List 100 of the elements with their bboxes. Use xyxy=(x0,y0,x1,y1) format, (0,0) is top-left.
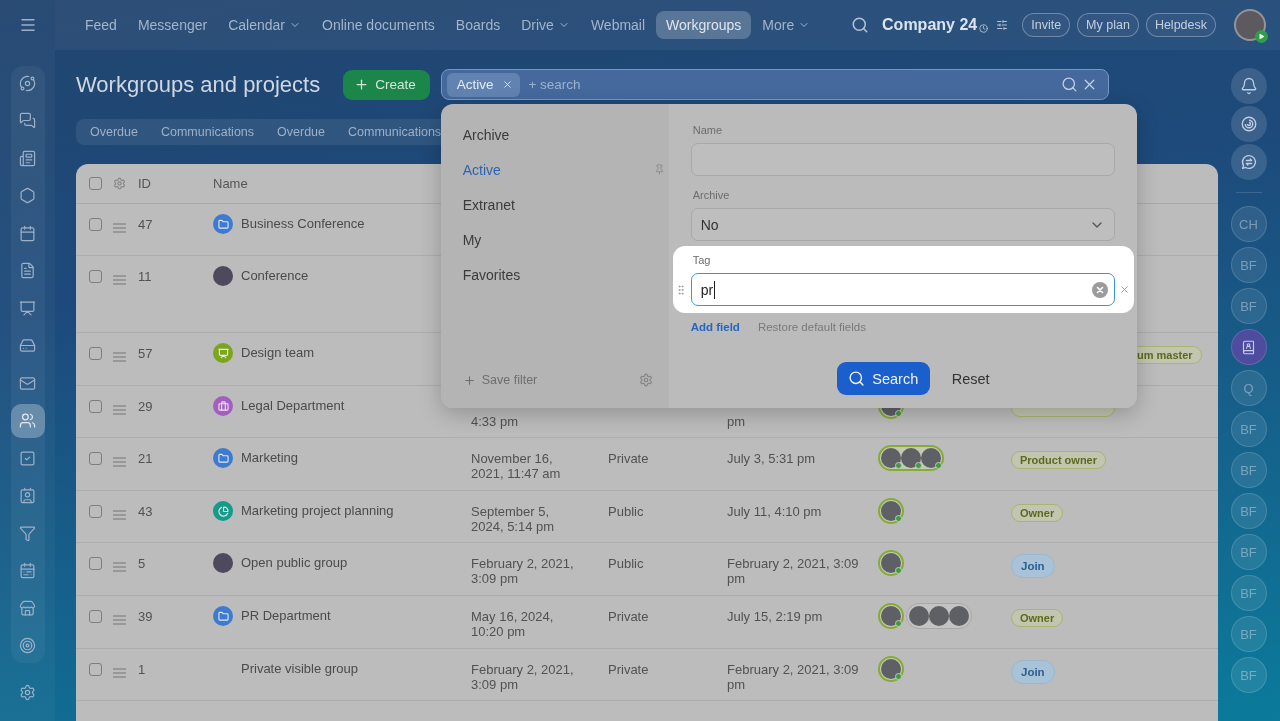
settings-icon[interactable] xyxy=(638,373,653,387)
nav-item[interactable]: Feed xyxy=(75,11,127,39)
plus-icon xyxy=(354,77,370,92)
settings-icon[interactable] xyxy=(113,177,126,190)
group-name-link[interactable]: Open public group xyxy=(241,553,348,573)
chat-avatar[interactable]: BF xyxy=(1230,411,1267,447)
checkbox[interactable] xyxy=(89,557,102,570)
sidebar-item[interactable] xyxy=(10,403,45,438)
hard-drive-icon xyxy=(19,337,36,354)
table-cell-text: September 5, 2024, 5:14 pm xyxy=(471,503,556,534)
close-icon[interactable] xyxy=(502,79,514,90)
search-icon[interactable] xyxy=(851,16,870,34)
spiral-icon[interactable] xyxy=(1230,106,1267,142)
clear-icon[interactable] xyxy=(1091,281,1108,298)
checkbox[interactable] xyxy=(89,270,102,283)
group-name-link[interactable]: Private visible group xyxy=(241,659,359,679)
counter-filter[interactable]: Overdue xyxy=(90,125,138,139)
avatar-group[interactable] xyxy=(906,603,972,629)
counter-filter[interactable]: Communications xyxy=(160,125,255,139)
field-label: Name xyxy=(692,124,724,137)
restore-fields-link[interactable]: Restore default fields xyxy=(757,321,866,334)
top-button[interactable]: My plan xyxy=(1077,13,1139,37)
document-icon xyxy=(19,262,36,279)
table-cell-text: Private xyxy=(608,608,650,624)
table-cell-text: 1 xyxy=(138,661,147,677)
avatar-group[interactable] xyxy=(878,445,944,471)
reset-button[interactable]: Reset xyxy=(939,362,1002,395)
nav-item[interactable]: More xyxy=(752,11,821,39)
nav-item[interactable]: Workgroups xyxy=(656,11,752,39)
checkbox[interactable] xyxy=(89,400,102,413)
filter-preset[interactable]: Archive xyxy=(462,117,665,152)
search-button[interactable]: Search xyxy=(836,362,930,395)
bell-icon[interactable] xyxy=(1230,68,1267,104)
group-name-link[interactable]: Design team xyxy=(241,343,314,363)
top-button[interactable]: Invite xyxy=(1022,13,1071,37)
row-menu-icon[interactable] xyxy=(113,352,126,362)
check-square-icon xyxy=(19,449,36,467)
nav-item[interactable]: Webmail xyxy=(580,11,656,39)
row-menu-icon[interactable] xyxy=(113,562,126,572)
nav-item[interactable]: Messenger xyxy=(127,11,218,39)
filter-preset[interactable]: Extranet xyxy=(462,187,665,222)
checkbox[interactable] xyxy=(89,663,102,676)
nav-item[interactable]: Boards xyxy=(445,11,511,39)
group-name-link[interactable]: Business Conference xyxy=(241,214,365,234)
presentation-board-icon xyxy=(19,299,36,317)
filter-preset[interactable]: Active xyxy=(462,152,665,187)
counter-filter[interactable]: Overdue xyxy=(277,125,325,139)
filter-preset[interactable]: My xyxy=(462,222,665,257)
select-field[interactable]: No xyxy=(690,208,1115,241)
group-name-link[interactable]: Conference xyxy=(241,266,309,286)
sliders-icon[interactable] xyxy=(996,19,1009,31)
row-menu-icon[interactable] xyxy=(113,457,126,467)
join-button[interactable]: Join xyxy=(1011,660,1055,684)
group-name-link[interactable]: PR Department xyxy=(241,606,331,626)
row-menu-icon[interactable] xyxy=(113,405,126,415)
checkbox[interactable] xyxy=(89,610,102,623)
search-icon[interactable] xyxy=(1060,76,1078,93)
create-button[interactable]: Create xyxy=(343,69,430,100)
text-input[interactable]: pr xyxy=(690,273,1115,306)
column-header: ID xyxy=(138,176,152,191)
chat-arrows-icon[interactable] xyxy=(1230,144,1267,180)
top-button[interactable]: Helpdesk xyxy=(1145,13,1216,37)
table-cell-text: 39 xyxy=(138,608,154,624)
checkbox[interactable] xyxy=(89,452,102,465)
row-menu-icon[interactable] xyxy=(113,615,126,625)
search-field[interactable]: Active + search xyxy=(440,69,1109,100)
nav-item[interactable]: Online documents xyxy=(312,11,445,39)
table-cell-text: July 11, 4:10 pm xyxy=(727,503,823,519)
counter-filter[interactable]: Communications xyxy=(348,125,442,139)
play-badge-icon xyxy=(1255,30,1268,43)
table-cell-text: 43 xyxy=(138,503,154,519)
group-name-link[interactable]: Marketing xyxy=(241,448,299,468)
chat-avatar[interactable]: BF xyxy=(1230,288,1267,324)
table-cell-text: 4:33 pm xyxy=(471,413,519,429)
join-button[interactable]: Join xyxy=(1011,554,1055,578)
checkbox[interactable] xyxy=(89,347,102,360)
add-field-link[interactable]: Add field xyxy=(690,321,740,334)
nav-item[interactable]: Drive xyxy=(511,11,580,39)
row-menu-icon[interactable] xyxy=(113,668,126,678)
save-filter-button[interactable]: Save filter xyxy=(462,373,538,387)
chat-avatar[interactable]: CH xyxy=(1230,206,1267,242)
contact-book-icon[interactable] xyxy=(1230,329,1267,365)
user-avatar[interactable] xyxy=(1234,9,1266,41)
row-menu-icon[interactable] xyxy=(113,223,126,233)
row-menu-icon[interactable] xyxy=(113,275,126,285)
checkbox[interactable] xyxy=(89,218,102,231)
filter-preset[interactable]: Favorites xyxy=(462,257,665,292)
checkbox[interactable] xyxy=(89,177,102,190)
table-cell-text: February 2, 2021, 3:09 pm xyxy=(727,555,860,586)
nav-item[interactable]: Calendar xyxy=(218,11,311,39)
chat-avatar[interactable]: BF xyxy=(1230,247,1267,283)
group-name-link[interactable]: Marketing project planning xyxy=(241,501,394,521)
group-name-link[interactable]: Legal Department xyxy=(241,396,345,416)
pin-icon[interactable] xyxy=(653,164,665,175)
filter-chip[interactable]: Active xyxy=(446,72,521,97)
clock-icon xyxy=(979,24,989,33)
checkbox[interactable] xyxy=(89,505,102,518)
chat-avatar[interactable]: Q xyxy=(1230,370,1267,406)
row-menu-icon[interactable] xyxy=(113,510,126,520)
close-icon[interactable] xyxy=(1119,284,1131,295)
